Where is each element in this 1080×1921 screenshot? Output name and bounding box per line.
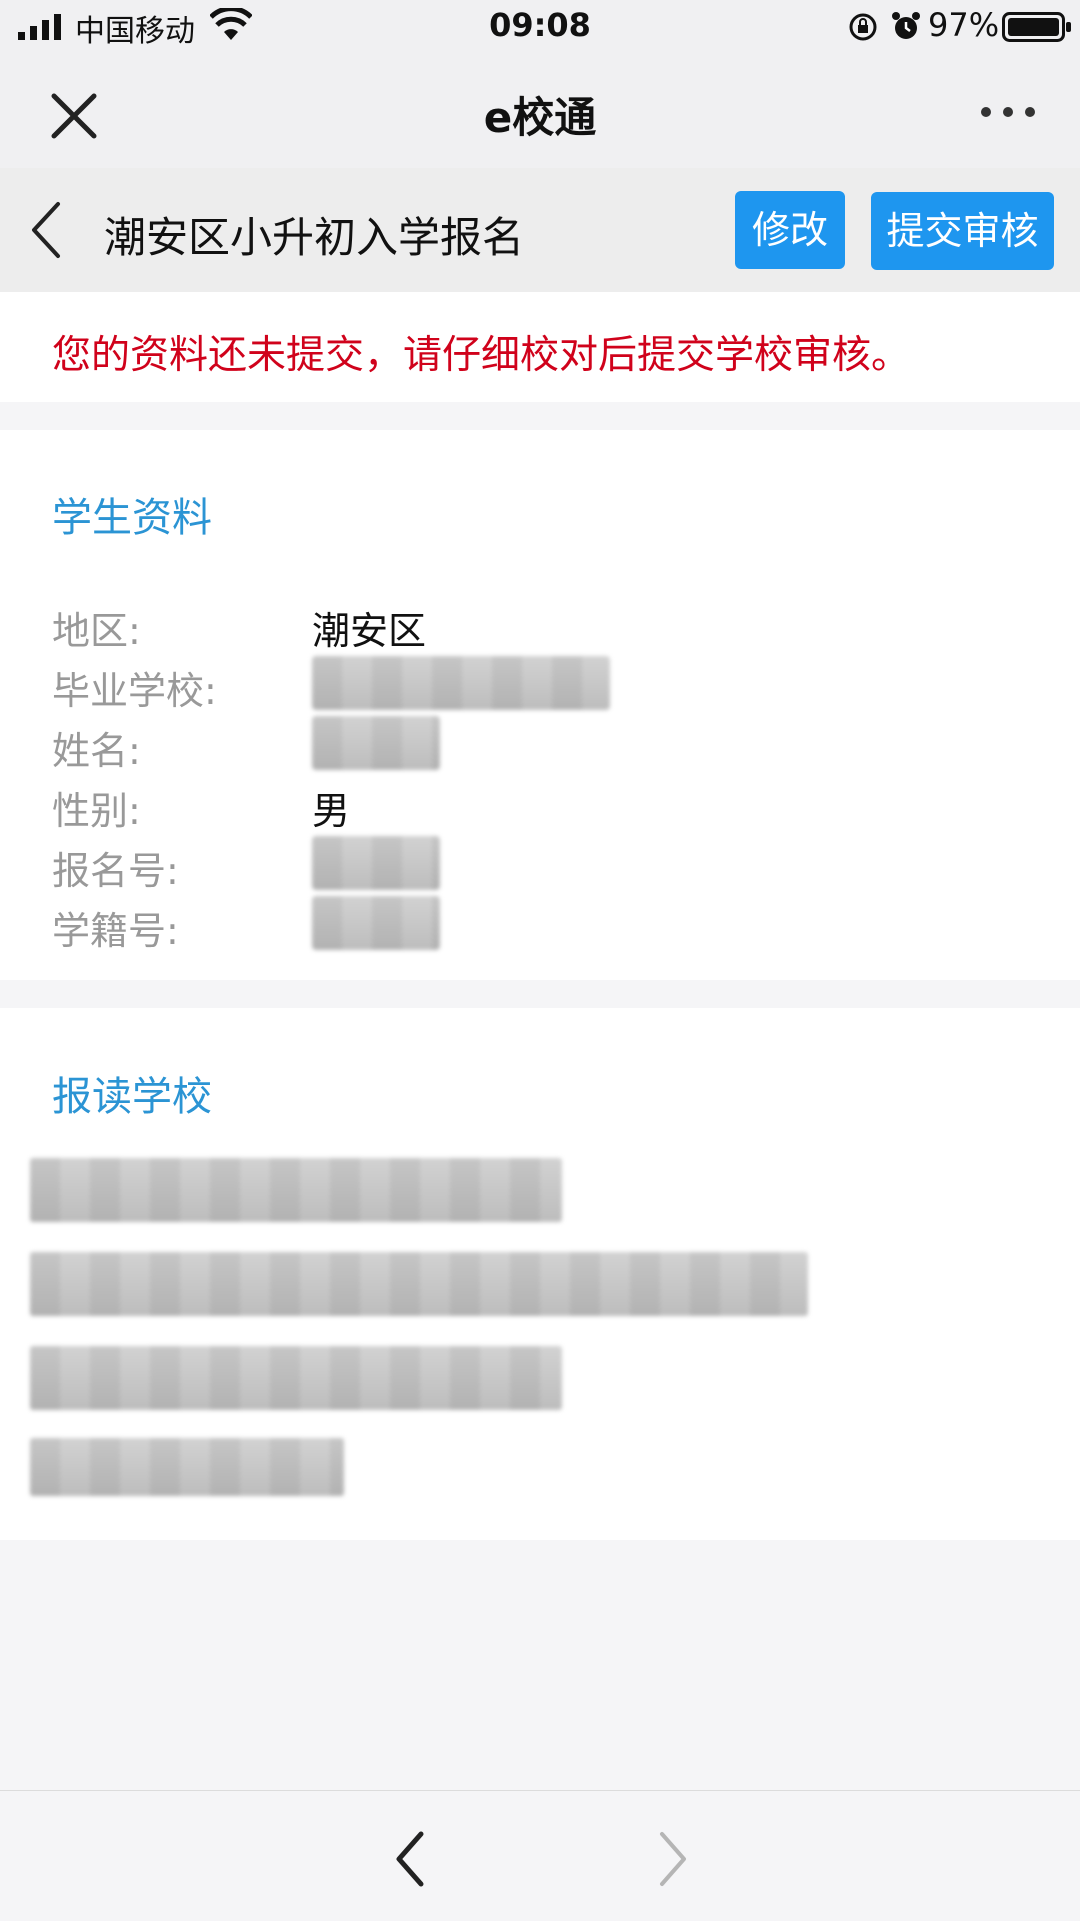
field-value-region: 潮安区	[312, 609, 427, 653]
field-value-registration-number-redacted	[312, 836, 440, 890]
student-info-heading: 学生资料	[52, 495, 212, 541]
bottom-toolbar	[0, 1790, 1080, 1921]
field-label-registration-number: 报名号:	[52, 849, 179, 893]
submit-review-button[interactable]: 提交审核	[871, 192, 1054, 270]
field-label-student-id: 学籍号:	[52, 909, 179, 953]
field-label-graduation-school: 毕业学校:	[52, 669, 217, 713]
school-line-redacted	[30, 1438, 344, 1496]
field-value-gender: 男	[312, 789, 351, 833]
field-label-gender: 性别:	[52, 789, 141, 833]
page-title: 潮安区小升初入学报名	[104, 213, 525, 262]
field-value-graduation-school-redacted	[312, 656, 610, 710]
field-value-student-id-redacted	[312, 896, 440, 950]
back-icon[interactable]	[22, 198, 72, 262]
field-value-name-redacted	[312, 716, 440, 770]
battery-icon	[1002, 12, 1071, 42]
edit-button[interactable]: 修改	[735, 191, 845, 269]
school-line-redacted	[30, 1158, 562, 1222]
browser-back-icon[interactable]	[385, 1826, 435, 1892]
school-heading: 报读学校	[52, 1074, 212, 1120]
school-line-redacted	[30, 1252, 808, 1316]
battery-percentage: 97%	[928, 6, 1000, 44]
more-icon[interactable]	[976, 92, 1040, 132]
alarm-icon	[892, 12, 920, 39]
field-label-region: 地区:	[52, 609, 141, 653]
orientation-lock-icon	[849, 13, 877, 41]
field-label-name: 姓名:	[52, 729, 141, 773]
app-title: e校通	[483, 93, 597, 142]
browser-forward-icon[interactable]	[648, 1826, 698, 1892]
notice-text: 您的资料还未提交，请仔细校对后提交学校审核。	[52, 333, 911, 378]
school-line-redacted	[30, 1346, 562, 1410]
